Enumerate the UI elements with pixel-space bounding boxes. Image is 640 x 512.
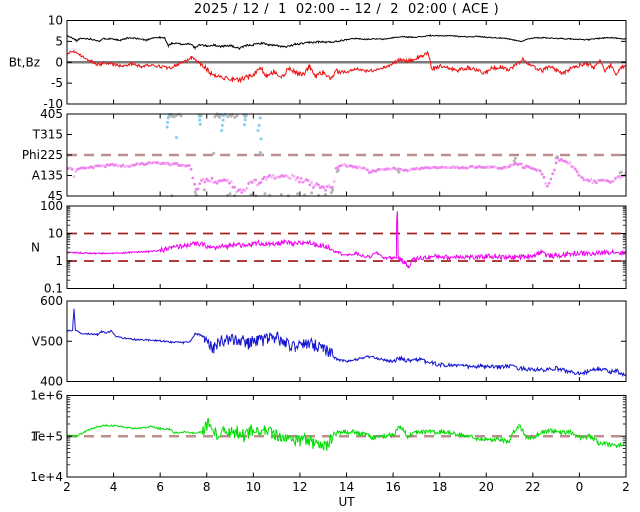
ytick-label: 1 [55,254,63,268]
n-line [67,211,626,268]
ytick-label: 500 [40,334,63,348]
ytick-label: 1e+6 [30,389,63,403]
ytick-label: 405 [40,107,63,121]
panel-label-v: V [32,334,41,348]
xtick-label: 0 [576,480,584,494]
ytick-label: 135 [40,169,63,183]
t-line [67,419,626,451]
ytick-label: 600 [40,294,63,308]
ace-solar-wind-plot: 2025 / 12 / 1 02:00 -- 12 / 2 02:00 ( AC… [0,0,640,512]
ytick-label: -5 [51,76,63,90]
xtick-label: 2 [63,480,71,494]
ytick-label: 100 [40,199,63,213]
xtick-label: 18 [432,480,447,494]
bt-line [67,35,626,49]
panel-label-t: T [32,429,41,443]
panel-temperature [67,396,626,478]
ytick-label: 10 [48,227,63,241]
ytick-label: 10 [48,14,63,28]
xtick-label: 8 [203,480,211,494]
panel-border [67,206,626,289]
xtick-label: 22 [525,480,540,494]
x-axis-label: UT [67,495,626,509]
panel-speed [67,301,626,382]
xtick-label: 10 [246,480,261,494]
chart-canvas: 1050-5-10Bt,Bz40531522513545TPhiA1001010… [0,0,640,512]
ytick-label: 5 [55,34,63,48]
panel-phi-angle [66,113,628,198]
phi-dots [66,157,628,194]
panel-label-bt,bz: Bt,Bz [9,55,40,69]
bz-line [67,51,626,82]
xtick-label: 6 [156,480,164,494]
panel-label-t: T [32,128,41,142]
ytick-label: 225 [40,148,63,162]
ytick-label: 0 [55,55,63,69]
xtick-label: 12 [292,480,307,494]
panel-label-n: N [31,240,40,254]
ytick-label: 400 [40,375,63,389]
panel-label-phi: Phi [22,148,40,162]
ytick-label: 315 [40,128,63,142]
xtick-label: 14 [339,480,354,494]
panel-magnetic-field [67,21,626,105]
xtick-label: 20 [479,480,494,494]
panel-density [67,206,626,289]
panel-label-a: A [32,169,41,183]
xtick-label: 4 [110,480,118,494]
xtick-label: 2 [622,480,630,494]
xtick-label: 16 [385,480,400,494]
v-line [67,309,626,376]
ytick-label: 1e+4 [30,470,63,484]
